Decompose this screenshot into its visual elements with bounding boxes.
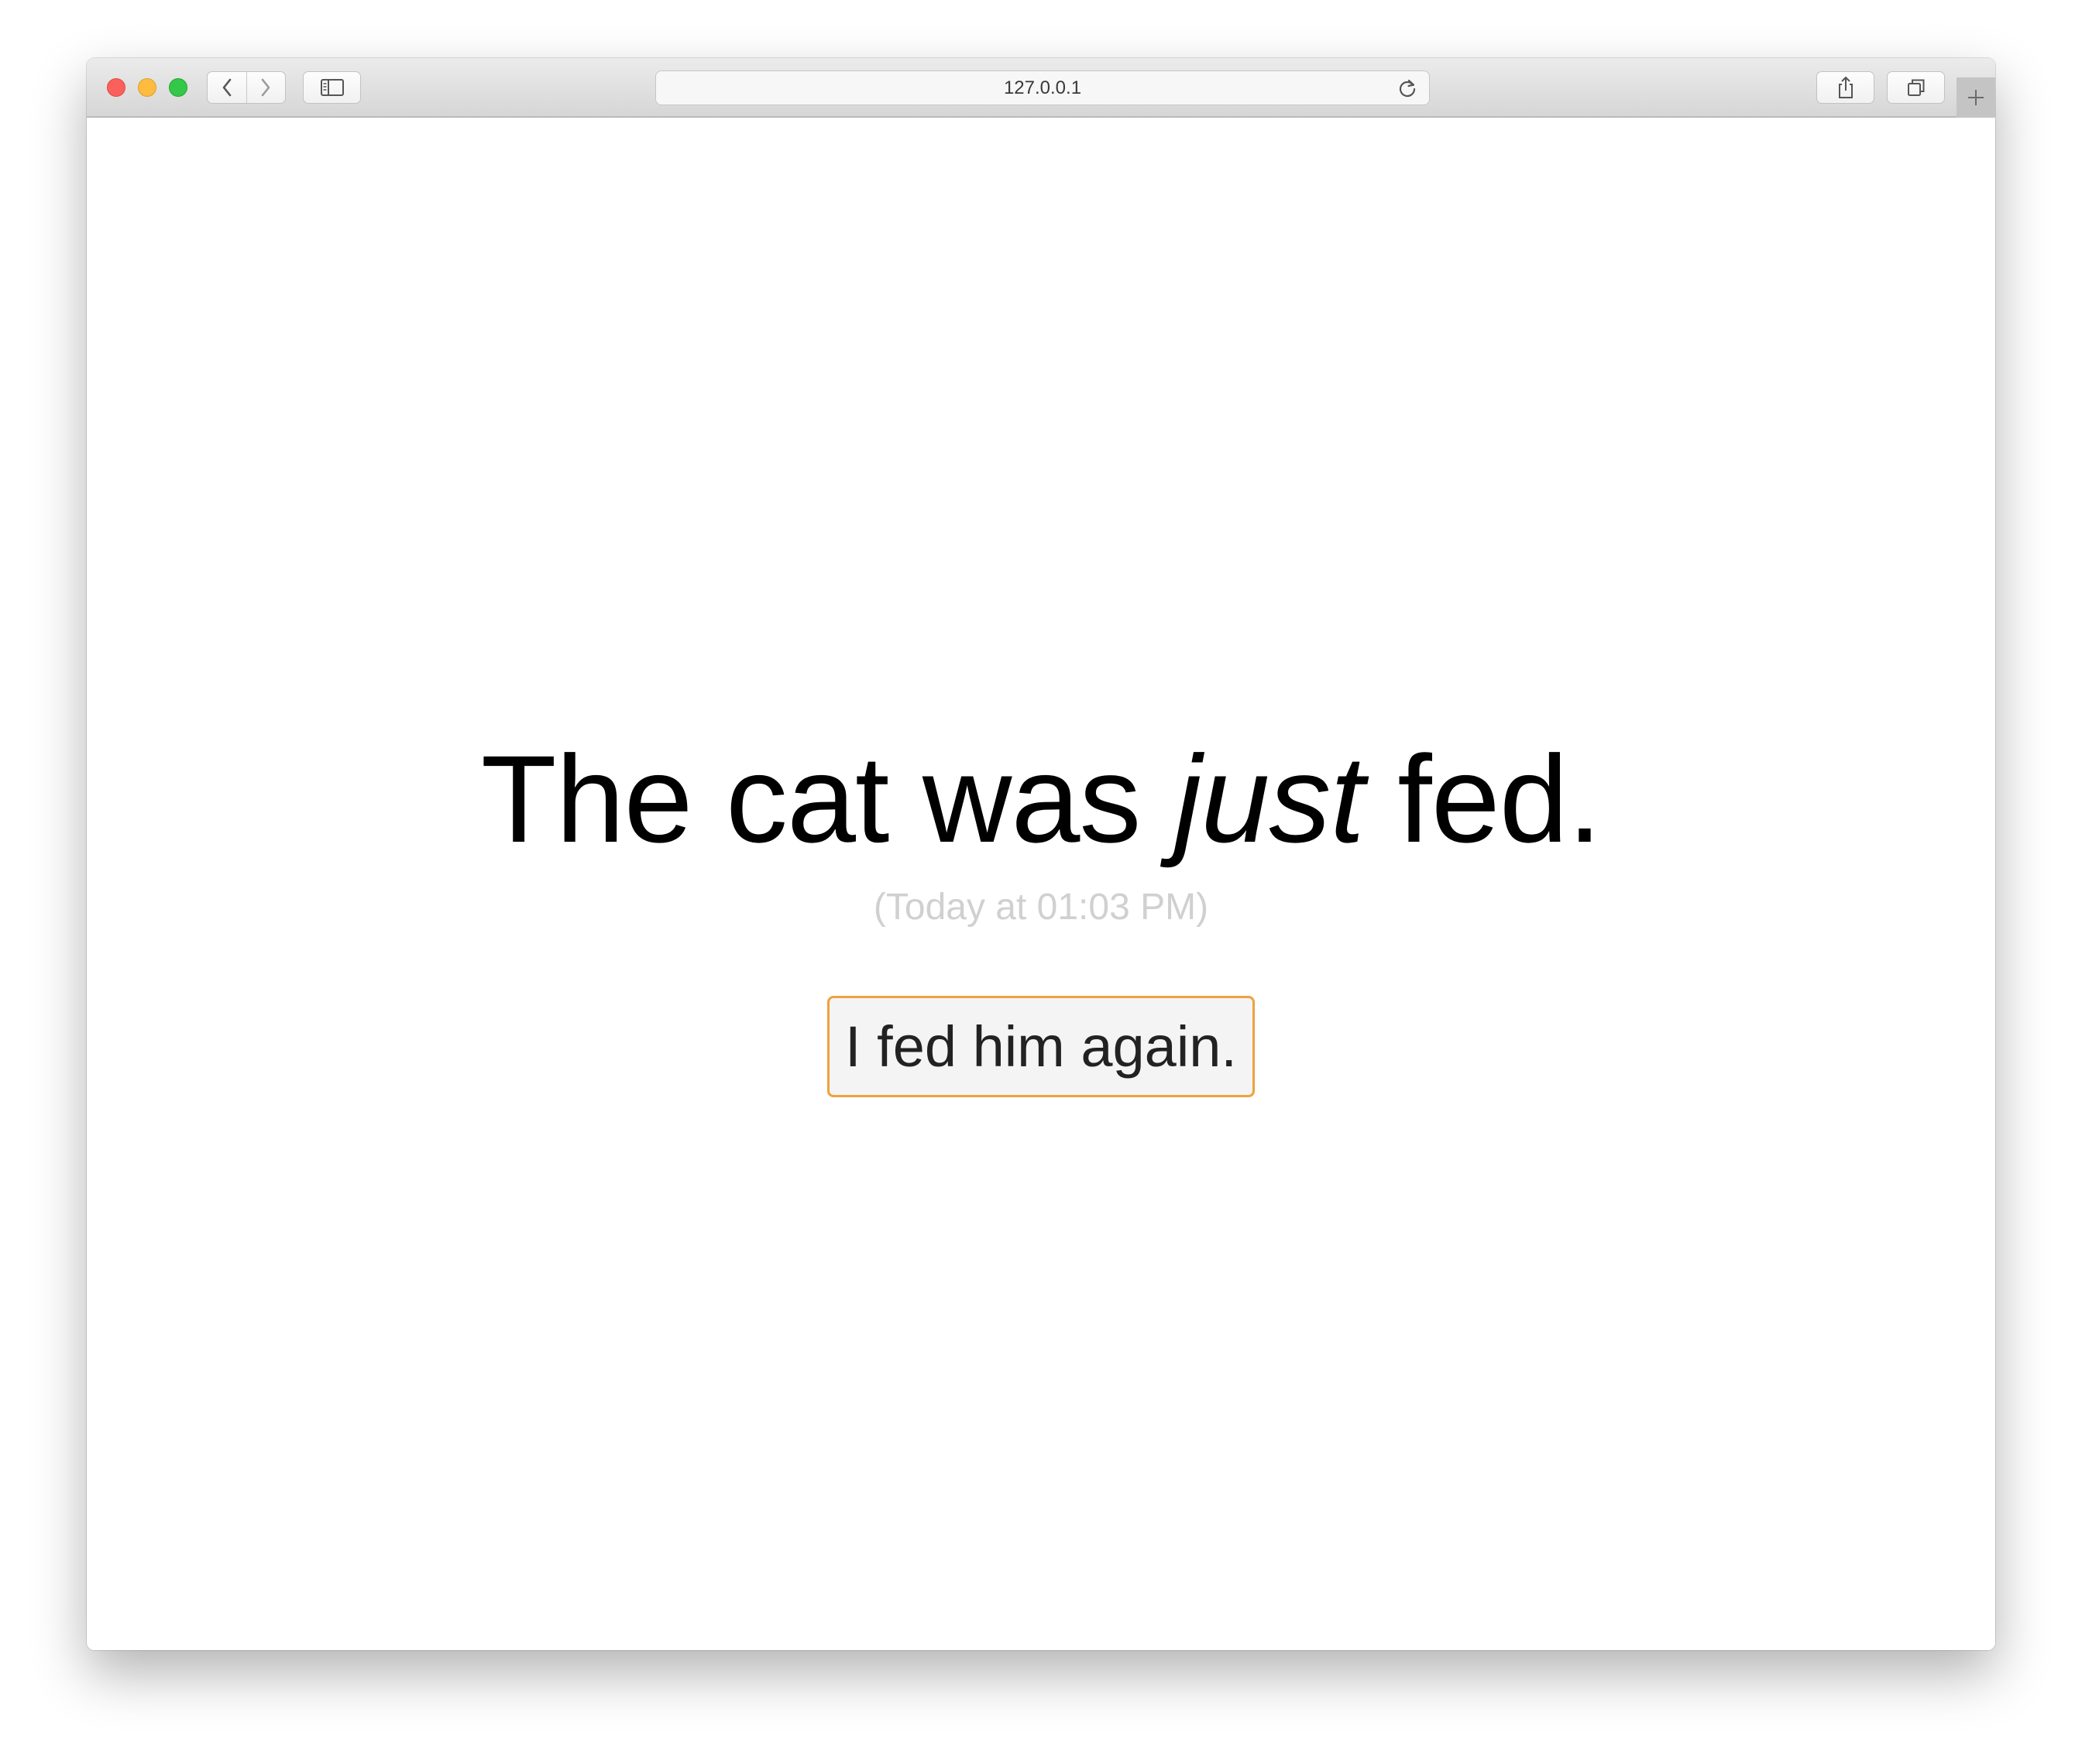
chevron-right-icon <box>261 78 270 97</box>
share-icon <box>1838 77 1853 98</box>
tabs-overview-button[interactable] <box>1887 71 1945 104</box>
plus-icon <box>1968 90 1984 105</box>
fed-again-button[interactable]: I fed him again. <box>827 996 1255 1097</box>
headline-emphasis: just <box>1173 729 1365 868</box>
minimize-window-button[interactable] <box>138 78 156 97</box>
browser-toolbar: 127.0.0.1 <box>87 58 1995 118</box>
sidebar-icon <box>320 79 344 96</box>
forward-button[interactable] <box>246 72 286 103</box>
sidebar-toggle-button[interactable] <box>303 71 361 104</box>
cat-status-headline: The cat was just fed. <box>87 737 1995 861</box>
navigation-buttons <box>207 71 286 104</box>
headline-text-end: fed. <box>1363 729 1602 868</box>
page-content: The cat was just fed. (Today at 01:03 PM… <box>87 118 1995 1650</box>
browser-window: 127.0.0.1 The cat was just fed. (Today a… <box>87 58 1995 1650</box>
close-window-button[interactable] <box>107 78 125 97</box>
share-button[interactable] <box>1816 71 1874 104</box>
maximize-window-button[interactable] <box>169 78 187 97</box>
reload-button[interactable] <box>1397 77 1418 99</box>
back-button[interactable] <box>208 72 246 103</box>
address-bar[interactable]: 127.0.0.1 <box>655 70 1430 105</box>
reload-icon <box>1399 79 1416 98</box>
headline-text: The cat was <box>480 729 1174 868</box>
last-fed-timestamp: (Today at 01:03 PM) <box>873 887 1209 928</box>
address-text: 127.0.0.1 <box>1003 77 1082 98</box>
chevron-left-icon <box>222 78 232 97</box>
tabs-overview-icon <box>1907 79 1924 96</box>
new-tab-button[interactable] <box>1957 77 1995 118</box>
